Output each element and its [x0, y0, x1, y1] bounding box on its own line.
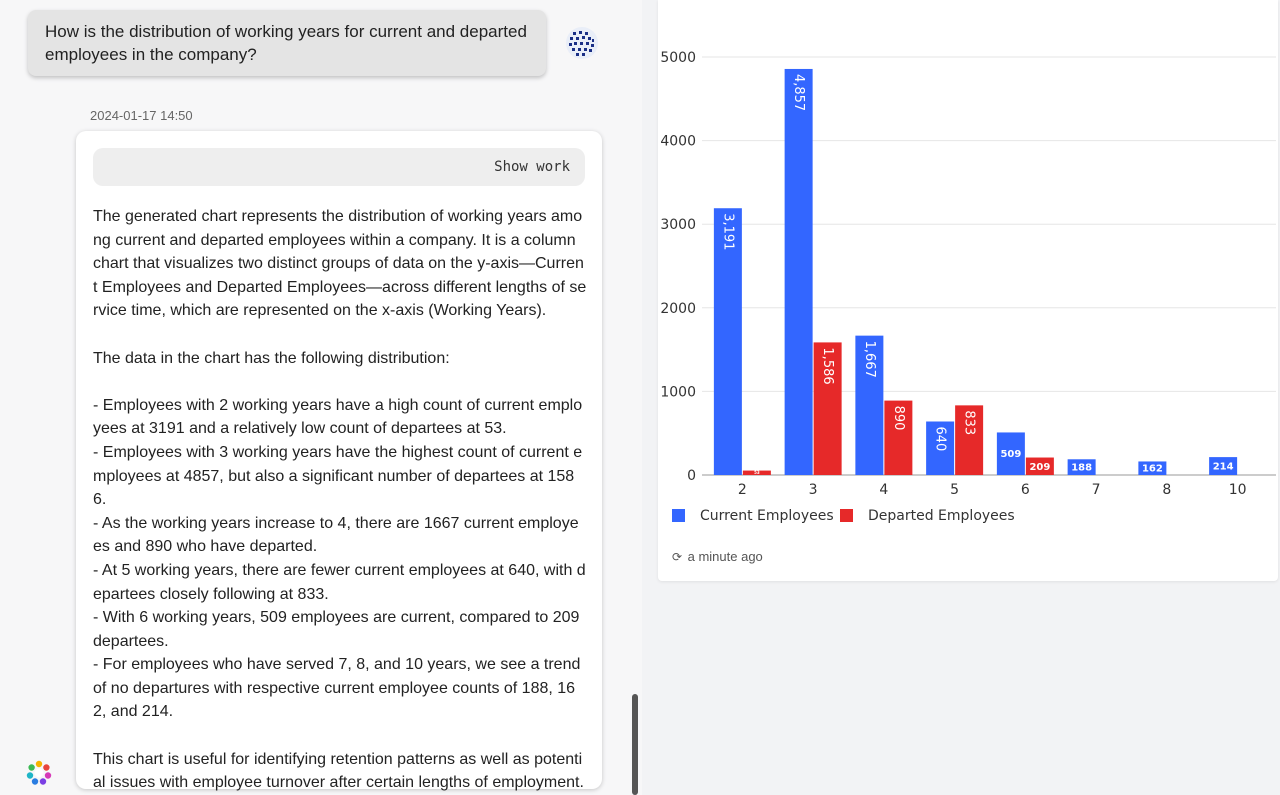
bar-data-label: 833: [962, 410, 977, 435]
message-timestamp: 2024-01-17 14:50: [90, 108, 193, 123]
bar-data-label: 209: [1029, 462, 1050, 473]
y-tick-label: 2000: [660, 301, 696, 317]
bar-data-label: 162: [1142, 464, 1163, 475]
y-tick-label: 1000: [660, 384, 696, 400]
user-question-text: How is the distribution of working years…: [45, 22, 527, 64]
refresh-icon[interactable]: ⟳: [672, 550, 684, 564]
chat-pane: How is the distribution of working years…: [0, 0, 642, 795]
updated-time-label: a minute ago: [687, 549, 763, 564]
bar-data-label: 890: [891, 406, 906, 431]
y-tick-label: 0: [687, 468, 696, 484]
assistant-answer-card: Show work The generated chart represents…: [76, 131, 602, 791]
answer-bullet: - With 6 working years, 509 employees ar…: [93, 609, 580, 650]
answer-bullet: - As the working years increase to 4, th…: [93, 514, 579, 556]
answer-paragraph: The data in the chart has the following …: [93, 349, 450, 367]
legend-label: Current Employees: [700, 508, 834, 524]
bar-data-label: 1,667: [862, 341, 877, 378]
bar-data-label: 4,857: [791, 74, 806, 111]
bar-data-label: 53: [754, 470, 760, 475]
bar-data-label: 3,191: [720, 213, 735, 250]
answer-bullet: - Employees with 2 working years have a …: [93, 396, 583, 438]
answer-paragraph: This chart is useful for identifying ret…: [93, 750, 584, 792]
bot-logo-icon: [26, 760, 52, 785]
y-tick-label: 3000: [660, 217, 696, 233]
user-message-bubble: How is the distribution of working years…: [28, 10, 546, 76]
answer-paragraph: The generated chart represents the distr…: [93, 208, 587, 320]
x-tick-label: 7: [1092, 482, 1101, 498]
show-work-label: Show work: [494, 159, 570, 175]
x-tick-label: 3: [809, 482, 818, 498]
answer-bullet: - For employees who have served 7, 8, an…: [93, 656, 581, 721]
legend-swatch: [840, 509, 853, 522]
chart-card: 0 1000 2000 3000 4000 5000 2 3,191 53 3 4,857 1,586…: [658, 0, 1278, 581]
bar-data-label: 640: [933, 426, 948, 451]
legend-label: Departed Employees: [868, 508, 1015, 524]
current-employees-bar: [784, 68, 813, 475]
x-tick-label: 2: [738, 482, 747, 498]
bar-data-label: 214: [1213, 462, 1234, 473]
bar-data-label: 1,586: [820, 347, 835, 384]
bar-data-label: 509: [1000, 449, 1021, 460]
x-tick-label: 4: [879, 482, 888, 498]
legend-swatch: [672, 509, 685, 522]
x-tick-label: 5: [950, 482, 959, 498]
scrollbar-thumb[interactable]: [632, 694, 638, 795]
answer-bullet: - At 5 working years, there are fewer cu…: [93, 561, 586, 603]
refresh-status: ⟳ a minute ago: [672, 549, 763, 564]
bar-data-label: 188: [1071, 463, 1092, 474]
y-tick-label: 5000: [660, 50, 696, 66]
user-avatar-icon[interactable]: [565, 26, 599, 60]
x-tick-label: 6: [1021, 482, 1030, 498]
answer-bullet: - Employees with 3 working years have th…: [93, 443, 583, 509]
x-tick-label: 10: [1229, 482, 1247, 498]
bar-chart: 0 1000 2000 3000 4000 5000 2 3,191 53 3 4,857 1,586…: [660, 50, 1276, 524]
answer-text: The generated chart represents the distr…: [93, 205, 587, 795]
y-tick-label: 4000: [660, 134, 696, 150]
show-work-button[interactable]: Show work: [93, 148, 585, 186]
x-tick-label: 8: [1162, 482, 1171, 498]
